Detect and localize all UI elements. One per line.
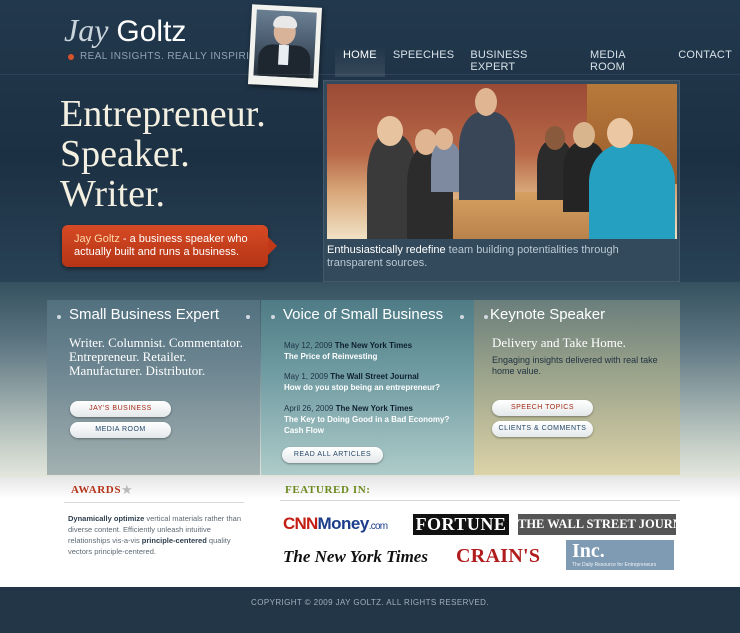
nav-home[interactable]: HOME <box>335 45 385 77</box>
article-item[interactable]: May 1, 2009 The Wall Street Journal How … <box>284 371 469 393</box>
awards-emphasis: principle-centered <box>141 536 207 545</box>
awards-text: Dynamically optimize vertical materials … <box>68 513 246 557</box>
cnn-money-logo[interactable]: CNNMoney.com <box>283 514 388 534</box>
cnn-text: CNN <box>283 514 318 533</box>
bullet-icon <box>57 315 61 319</box>
nav-divider <box>0 74 740 75</box>
bullet-icon <box>460 315 464 319</box>
bullet-icon <box>246 315 250 319</box>
article-date: April 26, 2009 <box>284 404 334 413</box>
headline-line-1: Entrepreneur. <box>60 93 266 135</box>
awards-emphasis: Dynamically optimize <box>68 514 145 523</box>
speech-topics-button[interactable]: SPEECH TOPICS <box>492 400 593 416</box>
feature-panel: Enthusiastically redefine team building … <box>323 80 680 282</box>
jays-business-button[interactable]: JAY'S BUSINESS <box>70 401 171 417</box>
logo-last-name: Goltz <box>116 15 187 48</box>
voice-of-small-business-column: Voice of Small Business May 12, 2009 The… <box>261 300 474 475</box>
small-business-expert-column: Small Business Expert Writer. Columnist.… <box>47 300 260 475</box>
tagline: REAL INSIGHTS. REALLY INSPIRING. <box>68 51 268 62</box>
feature-caption: Enthusiastically redefine team building … <box>327 244 667 270</box>
headline-line-3: Writer. <box>60 173 166 215</box>
portrait-photo <box>247 4 323 88</box>
article-source: The New York Times <box>335 404 413 413</box>
fortune-logo[interactable]: FORTUNE <box>413 514 509 535</box>
column-title: Voice of Small Business <box>283 306 444 323</box>
article-title[interactable]: The Price of Reinvesting <box>284 352 377 361</box>
column-title: Small Business Expert <box>69 306 220 323</box>
money-text: Money <box>317 514 369 533</box>
article-date: May 12, 2009 <box>284 341 333 350</box>
read-all-articles-button[interactable]: READ ALL ARTICLES <box>282 447 383 463</box>
column-subtext: Engaging insights delivered with real ta… <box>492 355 658 376</box>
article-source: The New York Times <box>334 341 413 350</box>
caption-emphasis: Enthusiastically redefine <box>327 244 446 256</box>
headline-line-2: Speaker. <box>60 133 190 175</box>
inc-logo[interactable]: Inc. The Daily Resource for Entrepreneur… <box>566 540 674 570</box>
bullet-icon <box>271 315 275 319</box>
column-title: Keynote Speaker <box>490 306 606 323</box>
hero-callout[interactable]: Jay Goltz - a business speaker who actua… <box>62 225 277 267</box>
callout-name: Jay Goltz <box>74 233 120 245</box>
inc-text: Inc. <box>572 540 605 562</box>
logo-first-name: Jay <box>64 12 109 48</box>
nav-media-room[interactable]: MEDIA ROOM <box>582 45 670 77</box>
column-lead: Delivery and Take Home. <box>492 335 626 350</box>
nav-speeches[interactable]: SPEECHES <box>385 45 463 77</box>
star-icon: ★ <box>121 482 133 497</box>
site-logo[interactable]: Jay Goltz <box>64 12 186 49</box>
dotcom-text: .com <box>368 521 388 532</box>
nav-business-expert[interactable]: BUSINESS EXPERT <box>462 45 582 77</box>
column-lead: Writer. Columnist. Commentator. Entrepre… <box>69 335 243 378</box>
featured-divider <box>280 500 680 501</box>
awards-heading: AWARDS <box>71 484 122 496</box>
article-item[interactable]: April 26, 2009 The New York Times The Ke… <box>284 403 469 436</box>
article-item[interactable]: May 12, 2009 The New York Times The Pric… <box>284 340 469 362</box>
crains-logo[interactable]: CRAIN'S <box>456 545 540 568</box>
article-date: May 1, 2009 <box>284 372 329 381</box>
footer: COPYRIGHT © 2009 JAY GOLTZ. ALL RIGHTS R… <box>0 587 740 633</box>
copyright-text: COPYRIGHT © 2009 JAY GOLTZ. ALL RIGHTS R… <box>251 598 489 607</box>
article-source: The Wall Street Journal <box>330 372 419 381</box>
inc-subtitle: The Daily Resource for Entrepreneurs <box>572 562 657 568</box>
featured-heading: FEATURED IN: <box>285 484 371 496</box>
bullet-icon <box>484 315 488 319</box>
article-title[interactable]: The Key to Doing Good in a Bad Economy? … <box>284 415 449 435</box>
clients-comments-button[interactable]: CLIENTS & COMMENTS <box>492 421 593 437</box>
nyt-logo[interactable]: The New York Times <box>283 547 428 567</box>
tagline-text: REAL INSIGHTS. REALLY INSPIRING. <box>80 51 269 62</box>
tagline-dot-icon <box>68 53 74 60</box>
hero-headline: Entrepreneur. Speaker. Writer. <box>60 94 266 214</box>
wsj-logo[interactable]: THE WALL STREET JOURNAL. <box>518 514 702 535</box>
keynote-speaker-column: Keynote Speaker Delivery and Take Home. … <box>474 300 680 475</box>
article-title[interactable]: How do you stop being an entrepreneur? <box>284 383 440 392</box>
team-meeting-photo <box>327 84 677 239</box>
awards-divider <box>64 502 244 503</box>
media-room-button[interactable]: MEDIA ROOM <box>70 422 171 438</box>
main-nav: HOME SPEECHES BUSINESS EXPERT MEDIA ROOM… <box>335 45 740 77</box>
nav-contact[interactable]: CONTACT <box>670 45 740 77</box>
